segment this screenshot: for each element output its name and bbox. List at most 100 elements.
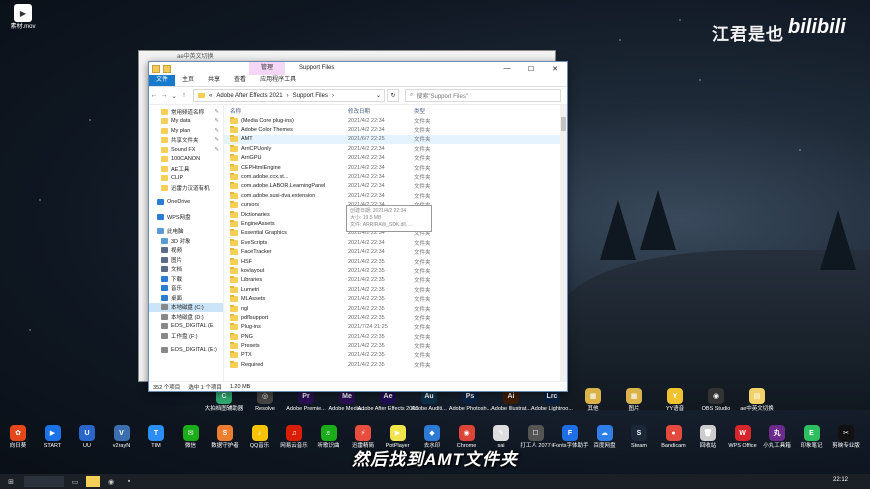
nav-item[interactable]: 视频 <box>149 246 223 256</box>
chevron-down-icon[interactable]: ⌄ <box>169 92 179 100</box>
nav-item[interactable]: My data ✎ <box>149 117 223 127</box>
file-row[interactable]: (Media Core plug-ins) 2021/4/2 22:34 文件夹 <box>224 116 567 125</box>
tab-file[interactable]: 文件 <box>149 75 176 86</box>
search-input[interactable]: ⌕ 搜索"Support Files" <box>405 89 561 102</box>
nav-item[interactable]: EOS_DIGITAL (E <box>149 322 223 332</box>
file-row[interactable]: FaceTracker 2021/4/2 22:34 文件夹 <box>224 247 567 256</box>
maximize-icon[interactable]: ☐ <box>519 62 543 75</box>
nav-item[interactable]: 本地磁盘 (D:) <box>149 312 223 322</box>
navigation-pane[interactable]: 常用频道名称 ✎ My data ✎ My plan ✎ 共享文件夹 ✎ Sound FX ✎ 10… <box>149 105 224 381</box>
file-row[interactable]: Plug-ins 2021/7/24 21:25 文件夹 <box>224 323 567 332</box>
nav-item[interactable]: 下载 <box>149 274 223 284</box>
close-icon[interactable]: ✕ <box>543 62 567 75</box>
nav-item[interactable]: 常用频道名称 ✎ <box>149 107 223 117</box>
up-arrow-icon[interactable]: ↑ <box>179 92 189 99</box>
file-type: 文件夹 <box>414 278 431 285</box>
folder-icon <box>230 144 238 152</box>
desktop-shortcut[interactable]: ▦ 其他 <box>573 388 613 413</box>
file-row[interactable]: EveScripts 2021/4/2 22:34 文件夹 <box>224 238 567 247</box>
file-row[interactable]: Libraries 2021/4/2 22:35 文件夹 <box>224 276 567 285</box>
desktop-shortcut[interactable]: ▦ 图片 <box>614 388 654 413</box>
explorer-window[interactable]: 管理 Support Files — ☐ ✕ 文件 主页 共享 查看 应用程序工… <box>148 61 568 392</box>
breadcrumb-item[interactable]: Adobe After Effects 2021 <box>216 93 282 99</box>
nav-item[interactable]: 音乐 <box>149 284 223 294</box>
file-row[interactable]: kovlayout 2021/4/2 22:35 文件夹 <box>224 266 567 275</box>
nav-item[interactable]: My plan ✎ <box>149 126 223 136</box>
desktop-file-icon[interactable]: ▶ 素材.mov <box>0 4 46 31</box>
file-row[interactable]: ArriCPUonly 2021/4/2 22:34 文件夹 <box>224 144 567 153</box>
app-icon: ☐ <box>527 425 544 441</box>
file-row[interactable]: pdflsupport 2021/4/2 22:35 文件夹 <box>224 313 567 322</box>
address-path[interactable]: « Adobe After Effects 2021 › Support Fil… <box>193 89 385 102</box>
folder-icon[interactable] <box>152 64 160 73</box>
chrome-icon[interactable]: ◉ <box>104 476 118 487</box>
folder-icon <box>230 229 238 237</box>
start-icon[interactable]: ⊞ <box>4 476 18 487</box>
tab-share[interactable]: 共享 <box>201 75 227 86</box>
nav-item[interactable]: 本地磁盘 (C:) <box>149 302 223 312</box>
file-row[interactable]: AMT 2021/6/7 22:25 文件夹 <box>224 134 567 145</box>
file-row[interactable]: com.adobe.susi-dva.extension 2021/4/2 22:… <box>224 191 567 200</box>
desktop-shortcut[interactable]: ▤ ae中英文切换 <box>737 388 777 413</box>
breadcrumb-separator[interactable]: › <box>332 93 334 99</box>
file-row[interactable]: ngl 2021/4/2 22:35 文件夹 <box>224 304 567 313</box>
file-row[interactable]: Presets 2021/4/2 22:35 文件夹 <box>224 341 567 350</box>
folder-icon[interactable] <box>163 64 171 73</box>
file-row[interactable]: PTX 2021/4/2 22:35 文件夹 <box>224 351 567 360</box>
file-row[interactable]: CEPHtmlEngine 2021/4/2 22:34 文件夹 <box>224 163 567 172</box>
breadcrumb-separator[interactable]: › <box>287 93 289 99</box>
file-row[interactable]: Adobe Color Themes 2021/4/2 22:34 文件夹 <box>224 125 567 134</box>
breadcrumb-overflow[interactable]: « <box>209 93 212 99</box>
refresh-icon[interactable]: ↻ <box>387 89 399 102</box>
file-type: 文件夹 <box>414 184 431 191</box>
tab-app-tools[interactable]: 应用程序工具 <box>253 75 303 86</box>
nav-item[interactable]: Sound FX ✎ <box>149 145 223 155</box>
nav-item[interactable]: AE工具 <box>149 164 223 174</box>
column-name[interactable]: 名称 <box>224 107 348 115</box>
file-row[interactable]: PNG 2021/4/2 22:35 文件夹 <box>224 332 567 341</box>
nav-item[interactable]: OneDrive <box>149 198 223 208</box>
back-arrow-icon[interactable]: ← <box>149 92 159 99</box>
file-row[interactable]: com.adobe.LABOR.LearningPanel 2021/4/2 22… <box>224 182 567 191</box>
file-row[interactable]: MLAssets 2021/4/2 22:35 文件夹 <box>224 294 567 303</box>
file-name: FaceTracker <box>241 249 272 256</box>
nav-item[interactable]: 文档 <box>149 265 223 275</box>
file-row[interactable]: HSF 2021/4/2 22:35 文件夹 <box>224 257 567 266</box>
nav-item[interactable]: 共享文件夹 ✎ <box>149 136 223 146</box>
explorer-icon[interactable] <box>86 476 100 487</box>
breadcrumb-item[interactable]: Support Files <box>293 93 328 99</box>
chevron-down-icon[interactable]: ⌄ <box>376 92 381 99</box>
nav-item[interactable]: 3D 对象 <box>149 236 223 246</box>
nav-item[interactable]: 迅雷力汉道有机 <box>149 183 223 193</box>
nav-item[interactable]: CLIP <box>149 174 223 184</box>
task-view-icon[interactable]: ▭ <box>68 476 82 487</box>
file-row[interactable]: com.adobe.ccx.st... 2021/4/2 22:34 文件夹 <box>224 172 567 181</box>
column-date[interactable]: 修改日期 <box>348 107 414 115</box>
file-name-cell: PTX <box>224 351 348 359</box>
folder-icon <box>230 342 238 350</box>
file-row[interactable]: Required 2021/4/2 22:35 文件夹 <box>224 360 567 369</box>
nav-item[interactable]: WPS网盘 <box>149 212 223 222</box>
desktop-shortcut[interactable]: Y YY语音 <box>655 388 695 413</box>
tab-home[interactable]: 主页 <box>175 75 201 86</box>
file-list[interactable]: 名称 修改日期 类型 (Media Core plug-ins) 2021/4/2… <box>224 105 567 381</box>
nav-item[interactable]: 工作盘 (F:) <box>149 331 223 341</box>
title-bar[interactable]: 管理 Support Files — ☐ ✕ <box>149 62 567 75</box>
app-icon[interactable]: ▪ <box>122 476 136 487</box>
tab-view[interactable]: 查看 <box>227 75 253 86</box>
vertical-scrollbar[interactable] <box>560 105 567 381</box>
desktop-shortcut[interactable]: ◉ OBS Studio <box>696 388 736 413</box>
forward-arrow-icon[interactable]: → <box>159 92 169 99</box>
nav-item[interactable]: 图片 <box>149 255 223 265</box>
column-type[interactable]: 类型 <box>414 107 464 115</box>
scrollbar-thumb[interactable] <box>561 117 566 131</box>
taskbar-search[interactable] <box>24 476 64 487</box>
nav-item[interactable]: EOS_DIGITAL (E:) <box>149 346 223 356</box>
nav-item[interactable]: 此电脑 <box>149 227 223 237</box>
nav-item[interactable]: 桌面 <box>149 293 223 303</box>
file-row[interactable]: Lumetri 2021/4/2 22:35 文件夹 <box>224 285 567 294</box>
tab-manage[interactable]: 管理 <box>249 62 286 75</box>
minimize-icon[interactable]: — <box>495 62 519 75</box>
nav-item[interactable]: 100CANON <box>149 155 223 165</box>
file-row[interactable]: ArriGPU 2021/4/2 22:34 文件夹 <box>224 154 567 163</box>
